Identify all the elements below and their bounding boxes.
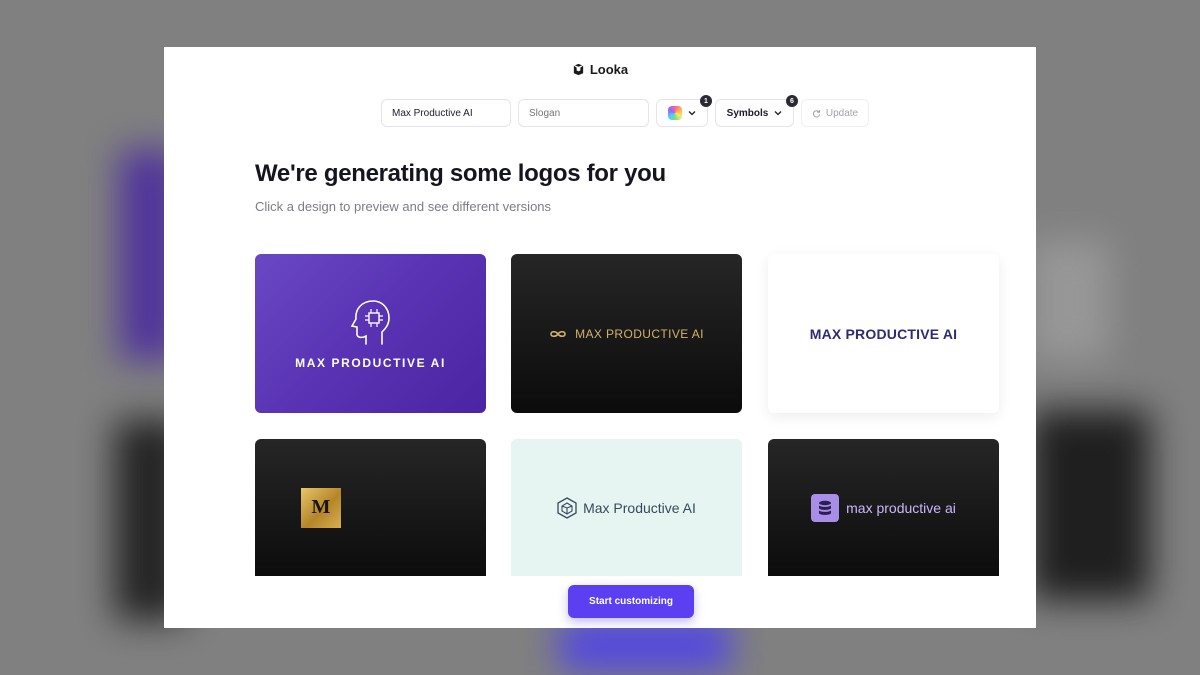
slogan-input[interactable]: [518, 99, 649, 127]
logo-generator-window: Looka 1 Symbols 6 Update We're generatin…: [164, 47, 1036, 628]
app-name: Looka: [589, 62, 629, 77]
logo-text: MAX PRODUCTIVE AI: [809, 325, 958, 342]
start-customizing-button[interactable]: Start customizing: [568, 585, 694, 618]
logo-card[interactable]: MAX PRODUCTIVE AI: [255, 254, 486, 413]
update-label: Update: [825, 107, 859, 119]
monogram-letter: M: [311, 496, 331, 518]
database-icon: [819, 500, 832, 515]
color-count-badge: 1: [700, 95, 712, 107]
company-name-input[interactable]: [381, 99, 511, 127]
page-title: We're generating some logos for you: [255, 160, 666, 187]
color-swatch-icon: [668, 106, 682, 120]
symbols-count-badge: 6: [786, 95, 798, 107]
chevron-down-icon: [774, 111, 782, 116]
logo-card[interactable]: Max Productive AI: [511, 439, 742, 576]
brand-header: Looka: [164, 62, 1036, 77]
logo-card[interactable]: M: [255, 439, 486, 576]
logo-card[interactable]: MAX PRODUCTIVE AI: [511, 254, 742, 413]
looka-logo-icon: [573, 63, 583, 76]
logo-icon-box: [811, 493, 840, 522]
logo-text: max productive ai: [846, 499, 956, 516]
refresh-icon: [812, 109, 821, 117]
page-subtitle: Click a design to preview and see differ…: [255, 199, 552, 214]
logo-text: MAX PRODUCTIVE AI: [295, 355, 446, 370]
color-picker-button[interactable]: 1: [656, 95, 712, 127]
logo-card[interactable]: MAX PRODUCTIVE AI: [768, 254, 999, 413]
logo-text: MAX PRODUCTIVE AI: [575, 326, 704, 341]
monogram-logo: M: [301, 487, 341, 528]
head-circuit-icon: [350, 299, 390, 345]
toolbar: 1 Symbols 6 Update: [381, 95, 869, 127]
symbols-label: Symbols: [726, 107, 769, 119]
hexagon-cube-icon: [557, 496, 577, 519]
chevron-down-icon: [688, 111, 696, 116]
logo-text: Max Productive AI: [583, 499, 696, 516]
symbols-dropdown[interactable]: Symbols 6: [715, 95, 798, 127]
infinity-icon: [550, 330, 566, 337]
update-button[interactable]: Update: [801, 99, 869, 127]
logo-card[interactable]: max productive ai: [768, 439, 999, 576]
